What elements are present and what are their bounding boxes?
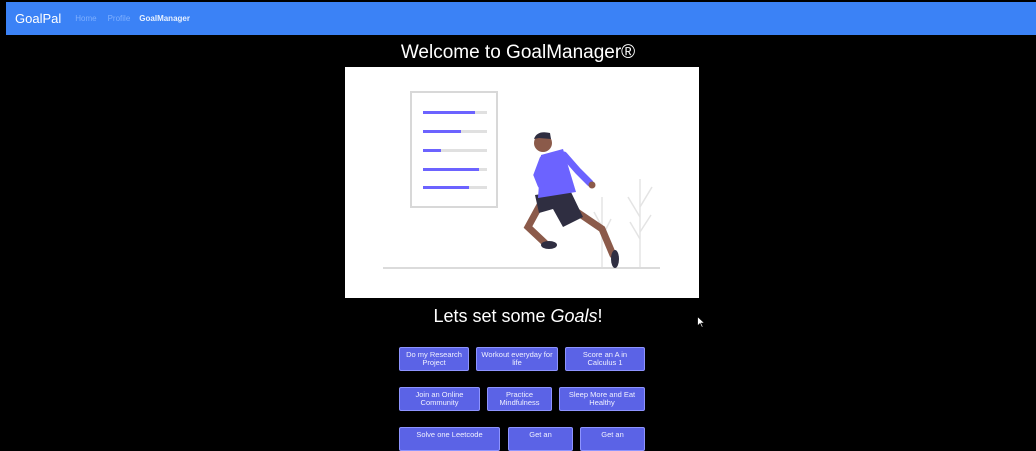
goal-button-leetcode[interactable]: Solve one Leetcode — [399, 427, 500, 451]
subtitle-suffix: ! — [597, 306, 603, 326]
subtitle-emphasis: Goals — [550, 306, 598, 326]
hero-illustration — [345, 67, 699, 298]
goal-button-mindfulness[interactable]: Practice Mindfulness — [487, 387, 552, 411]
goal-button-get-an-2[interactable]: Get an — [580, 427, 645, 451]
subtitle-prefix: Lets set some — [433, 306, 551, 326]
nav-link-profile[interactable]: Profile — [108, 14, 131, 23]
goal-button-workout[interactable]: Workout everyday for life — [476, 347, 558, 371]
top-navbar: GoalPal Home Profile GoalManager — [6, 2, 1036, 35]
mouse-cursor-icon — [697, 316, 705, 328]
tree-icon — [593, 179, 653, 267]
goal-button-sleep[interactable]: Sleep More and Eat Healthy — [559, 387, 645, 411]
goal-button-community[interactable]: Join an Online Community — [399, 387, 480, 411]
nav-link-home[interactable]: Home — [75, 14, 96, 23]
goal-button-calculus[interactable]: Score an A in Calculus 1 — [565, 347, 645, 371]
goal-button-get-an-1[interactable]: Get an — [508, 427, 573, 451]
page-title: Welcome to GoalManager® — [400, 42, 636, 63]
nav-link-goalmanager[interactable]: GoalManager — [139, 14, 190, 23]
goals-subtitle: Lets set some Goals! — [0, 306, 1036, 327]
brand-link[interactable]: GoalPal — [15, 11, 61, 26]
checklist-document-icon — [410, 91, 498, 208]
runner-figure-icon — [523, 132, 619, 268]
goal-button-research[interactable]: Do my Research Project — [399, 347, 469, 371]
